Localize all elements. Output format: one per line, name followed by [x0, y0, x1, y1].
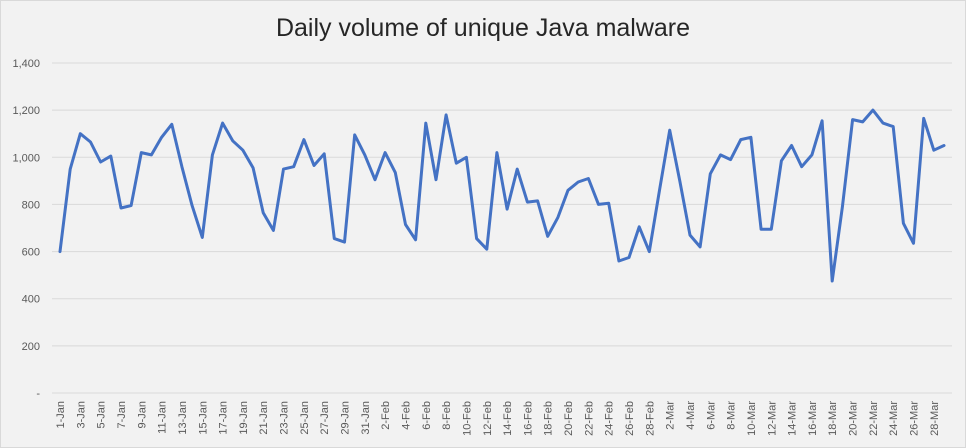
- y-tick-label: 1,000: [12, 152, 40, 164]
- y-tick-label: 1,200: [12, 105, 40, 117]
- x-tick-label: 4-Feb: [400, 401, 412, 430]
- y-tick-label: 1,400: [12, 58, 40, 70]
- x-tick-label: 12-Feb: [482, 401, 494, 436]
- x-tick-label: 11-Jan: [157, 401, 169, 434]
- x-tick-label: 2-Mar: [665, 401, 677, 430]
- x-tick-label: 21-Jan: [258, 401, 270, 435]
- x-tick-label: 26-Feb: [624, 401, 636, 436]
- x-tick-label: 20-Mar: [848, 401, 860, 436]
- x-tick-label: 27-Jan: [319, 401, 331, 435]
- x-tick-label: 3-Jan: [75, 401, 87, 429]
- x-tick-label: 28-Mar: [929, 401, 941, 436]
- x-tick-label: 6-Feb: [421, 401, 433, 430]
- y-axis-ticks: - 200 400 600 800 1,000 1,200 1,400: [12, 58, 40, 400]
- x-tick-label: 8-Feb: [441, 401, 453, 430]
- x-tick-label: 12-Mar: [766, 401, 778, 436]
- x-tick-label: 24-Feb: [604, 401, 616, 436]
- x-tick-label: 6-Mar: [705, 401, 717, 430]
- series: [58, 108, 946, 283]
- x-tick-label: 22-Feb: [583, 401, 595, 436]
- x-tick-label: 28-Feb: [644, 401, 656, 436]
- x-axis-ticks: 1-Jan 3-Jan 5-Jan 7-Jan 9-Jan 11-Jan 13-Jan 15-…: [55, 401, 941, 436]
- x-tick-label: 20-Feb: [563, 401, 575, 436]
- x-tick-label: 24-Mar: [888, 401, 900, 436]
- y-tick-label: 800: [22, 199, 40, 211]
- x-tick-label: 9-Jan: [136, 401, 148, 429]
- x-tick-label: 16-Feb: [522, 401, 534, 436]
- x-tick-label: 4-Mar: [685, 401, 697, 430]
- x-tick-label: 25-Jan: [299, 401, 311, 435]
- y-tick-label: 600: [22, 247, 40, 259]
- x-tick-label: 17-Jan: [218, 401, 230, 435]
- x-tick-label: 5-Jan: [96, 401, 108, 429]
- gridlines: [52, 62, 952, 394]
- x-tick-label: 18-Feb: [543, 401, 555, 436]
- x-tick-label: 14-Mar: [787, 401, 799, 436]
- line-chart: - 200 400 600 800 1,000 1,200 1,400 1-Jan 3-Jan 5…: [12, 58, 952, 436]
- series-line: [58, 108, 946, 283]
- x-tick-label: 10-Mar: [746, 401, 758, 436]
- x-tick-label: 1-Jan: [55, 401, 67, 429]
- x-tick-label: 13-Jan: [177, 401, 189, 435]
- x-tick-label: 29-Jan: [340, 401, 352, 435]
- x-tick-label: 14-Feb: [502, 401, 514, 436]
- y-tick-label: 200: [22, 341, 40, 353]
- x-tick-label: 18-Mar: [827, 401, 839, 436]
- x-tick-label: 16-Mar: [807, 401, 819, 436]
- x-tick-label: 23-Jan: [279, 401, 291, 435]
- x-tick-label: 10-Feb: [461, 401, 473, 436]
- x-tick-label: 19-Jan: [238, 401, 250, 435]
- y-tick-label: 400: [22, 294, 40, 306]
- x-tick-label: 15-Jan: [197, 401, 209, 435]
- x-tick-label: 22-Mar: [868, 401, 880, 436]
- y-tick-label: -: [36, 388, 40, 400]
- x-tick-label: 2-Feb: [380, 401, 392, 430]
- x-tick-label: 7-Jan: [116, 401, 128, 429]
- x-tick-label: 8-Mar: [726, 401, 738, 430]
- x-tick-label: 31-Jan: [360, 401, 372, 435]
- x-tick-label: 26-Mar: [909, 401, 921, 436]
